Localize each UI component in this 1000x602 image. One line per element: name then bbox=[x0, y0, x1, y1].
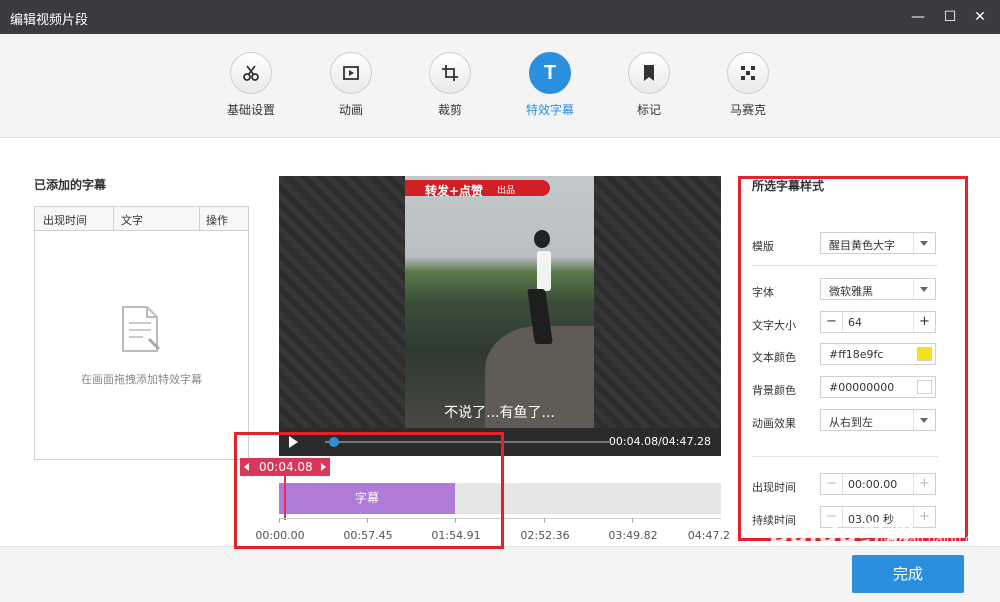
tab-label: 裁剪 bbox=[437, 103, 462, 117]
scissors-icon bbox=[230, 52, 272, 94]
tab-label: 马赛克 bbox=[729, 103, 766, 117]
text-t-icon: T bbox=[529, 52, 571, 94]
tick-label: 03:49.82 bbox=[608, 529, 658, 542]
column-appear-time: 出现时间 bbox=[43, 214, 87, 227]
tab-crop[interactable]: 裁剪 bbox=[410, 52, 490, 118]
maximize-button[interactable]: ☐ bbox=[940, 7, 960, 27]
timecode: 00:04.08/04:47.28 bbox=[608, 435, 711, 448]
empty-hint: 在画面拖拽添加特效字幕 bbox=[81, 373, 202, 386]
highlight-box-timeline bbox=[234, 432, 504, 549]
tab-animation[interactable]: 动画 bbox=[311, 52, 391, 118]
tab-label: 基础设置 bbox=[226, 103, 275, 117]
table-header: 出现时间 文字 操作 bbox=[35, 207, 248, 231]
video-frame: 转发+点赞 出品 不说了...有鱼了... bbox=[405, 176, 594, 428]
tick-label: 02:52.36 bbox=[520, 529, 570, 542]
close-button[interactable]: ✕ bbox=[970, 7, 990, 27]
column-text: 文字 bbox=[121, 214, 143, 227]
tab-label: 标记 bbox=[636, 103, 661, 117]
document-icon bbox=[121, 305, 163, 356]
tick-label: 04:47.2 bbox=[687, 529, 730, 542]
done-button[interactable]: 完成 bbox=[852, 555, 964, 593]
video-preview[interactable]: 转发+点赞 出品 不说了...有鱼了... bbox=[279, 176, 721, 428]
toolbar: 基础设置 动画 裁剪 T 特效字幕 标记 马赛克 bbox=[0, 34, 1000, 138]
tab-label: 动画 bbox=[338, 103, 363, 117]
minimize-button[interactable]: — bbox=[908, 7, 928, 27]
bookmark-icon bbox=[628, 52, 670, 94]
column-action: 操作 bbox=[206, 214, 228, 227]
tab-label: 特效字幕 bbox=[525, 103, 574, 117]
title-bar: 编辑视频片段 — ☐ ✕ bbox=[0, 0, 1000, 34]
tab-mosaic[interactable]: 马赛克 bbox=[708, 52, 788, 118]
added-subtitles-title: 已添加的字幕 bbox=[34, 178, 107, 192]
window-title: 编辑视频片段 bbox=[10, 13, 89, 28]
watermark-url: jingyan.baidu.com bbox=[880, 532, 991, 546]
highlight-box-style-panel bbox=[738, 176, 968, 541]
animation-icon bbox=[330, 52, 372, 94]
mosaic-icon bbox=[727, 52, 769, 94]
footer-bar bbox=[0, 546, 1000, 602]
tab-mark[interactable]: 标记 bbox=[609, 52, 689, 118]
tab-effect-subtitle[interactable]: T 特效字幕 bbox=[510, 52, 590, 118]
video-subtitle-text: 不说了...有鱼了... bbox=[444, 405, 555, 421]
video-banner: 转发+点赞 出品 bbox=[405, 180, 550, 198]
crop-icon bbox=[429, 52, 471, 94]
tab-basic-settings[interactable]: 基础设置 bbox=[211, 52, 291, 118]
subtitle-table: 出现时间 文字 操作 在画面拖拽添加特效字幕 bbox=[34, 206, 249, 460]
